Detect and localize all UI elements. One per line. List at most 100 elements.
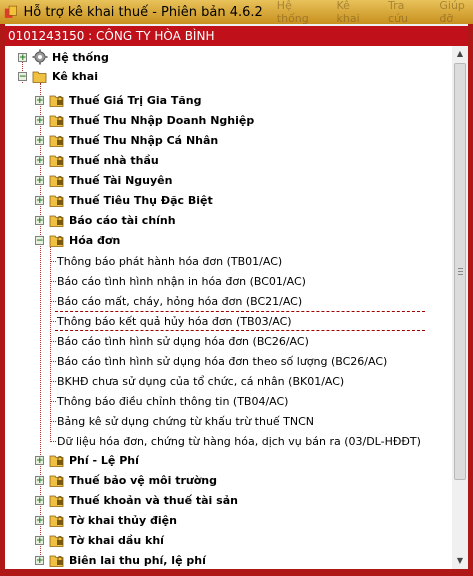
tree-node-group[interactable]: + Phí - Lệ Phí	[35, 450, 139, 470]
folder-lock-icon	[49, 115, 64, 127]
system-gear-icon	[32, 49, 48, 65]
tree-node-group[interactable]: + Tờ khai dầu khí	[35, 530, 164, 550]
tree-node-label: Tờ khai thủy điện	[69, 513, 177, 527]
tree-node-label: Báo cáo tài chính	[69, 213, 176, 227]
tree-leaf-item[interactable]: Báo cáo mất, cháy, hỏng hóa đơn (BC21/AC…	[57, 291, 302, 311]
folder-lock-icon	[49, 515, 64, 527]
tree-leaf-item[interactable]: Thông báo điều chỉnh thông tin (TB04/AC)	[57, 391, 288, 411]
tree-node-system[interactable]: + Hệ thống	[18, 47, 109, 67]
expand-icon[interactable]: +	[35, 535, 44, 545]
tree-line	[51, 441, 56, 442]
collapse-icon[interactable]: −	[18, 71, 27, 81]
expand-icon[interactable]: +	[35, 455, 44, 465]
expand-icon[interactable]: +	[35, 475, 44, 485]
expand-icon[interactable]: +	[35, 135, 44, 145]
expand-icon[interactable]: +	[35, 495, 44, 505]
tree-leaf-label: Thông báo kết quả hủy hóa đơn (TB03/AC)	[57, 314, 292, 328]
expand-icon[interactable]: +	[35, 195, 44, 205]
ghost-menu-item: Giúp đỡ	[439, 0, 465, 25]
tree-leaf-item[interactable]: Báo cáo tình hình sử dụng hóa đơn (BC26/…	[57, 331, 309, 351]
folder-lock-icon	[49, 155, 64, 167]
expand-icon[interactable]: +	[35, 115, 44, 125]
folder-lock-icon	[49, 455, 64, 467]
ghost-menu-item: Kê khai	[336, 0, 360, 25]
tree-leaf-item[interactable]: Báo cáo tình hình sử dụng hóa đơn theo s…	[57, 351, 387, 371]
folder-lock-icon	[49, 195, 64, 207]
tree-node-label: Kê khai	[52, 69, 98, 83]
folder-lock-icon	[49, 175, 64, 187]
tree-node-label: Biên lai thu phí, lệ phí	[69, 553, 206, 567]
title-bar: Hỗ trợ kê khai thuế - Phiên bản 4.6.2 Hệ…	[0, 0, 473, 25]
tree-node-group[interactable]: − Hóa đơn	[35, 230, 120, 250]
expand-icon[interactable]: +	[35, 155, 44, 165]
company-bar: 0101243150 : CÔNG TY HÒA BÌNH	[5, 26, 468, 46]
tree-node-label: Hệ thống	[52, 50, 109, 64]
expand-icon[interactable]: +	[35, 175, 44, 185]
tree-node-label: Tờ khai dầu khí	[69, 533, 164, 547]
tree-leaf-label: Bảng kê sử dụng chứng từ khấu trừ thuế T…	[57, 414, 315, 428]
expand-icon[interactable]: +	[18, 52, 27, 62]
tree-node-label: Thuế Thu Nhập Cá Nhân	[69, 133, 219, 147]
tree-leaf-label: Thông báo phát hành hóa đơn (TB01/AC)	[57, 254, 283, 268]
scroll-up-icon[interactable]: ▲	[452, 46, 468, 62]
ghost-menu-item: Hệ thống	[276, 0, 309, 25]
window-title: Hỗ trợ kê khai thuế - Phiên bản 4.6.2	[23, 4, 263, 20]
tree-node-label: Thuế Giá Trị Gia Tăng	[69, 93, 202, 107]
tree-node-group[interactable]: + Báo cáo tài chính	[35, 210, 176, 230]
tree-node-group[interactable]: + Tờ khai thủy điện	[35, 510, 177, 530]
tree-leaf-item[interactable]: Báo cáo tình hình nhận in hóa đơn (BC01/…	[57, 271, 306, 291]
expand-icon[interactable]: +	[35, 215, 44, 225]
tree-node-group[interactable]: + Thuế nhà thầu	[35, 150, 159, 170]
scroll-thumb[interactable]	[454, 63, 466, 480]
tree-line	[51, 341, 56, 342]
tree-node-group[interactable]: + Biên lai thu phí, lệ phí	[35, 550, 206, 569]
folder-open-icon	[32, 71, 47, 83]
tree-node-group[interactable]: + Thuế Thu Nhập Cá Nhân	[35, 130, 218, 150]
tree-leaf-label: Thông báo điều chỉnh thông tin (TB04/AC)	[57, 394, 289, 408]
tree-leaf-item[interactable]: Dữ liệu hóa đơn, chứng từ hàng hóa, dịch…	[57, 431, 421, 451]
expand-icon[interactable]: +	[35, 95, 44, 105]
tree-node-group[interactable]: + Thuế khoản và thuế tài sản	[35, 490, 238, 510]
folder-lock-icon	[49, 475, 64, 487]
tree-leaf-item[interactable]: Thông báo phát hành hóa đơn (TB01/AC)	[57, 251, 282, 271]
tree-node-declaration[interactable]: − Kê khai	[18, 66, 98, 86]
tree-line	[51, 381, 56, 382]
tree-leaf-item[interactable]: Bảng kê sử dụng chứng từ khấu trừ thuế T…	[57, 411, 314, 431]
tree-line	[51, 421, 56, 422]
tree-leaf-label: Báo cáo mất, cháy, hỏng hóa đơn (BC21/AC…	[57, 294, 303, 308]
collapse-icon[interactable]: −	[35, 235, 44, 245]
tree-node-label: Thuế Tài Nguyên	[69, 173, 173, 187]
folder-lock-icon	[49, 555, 64, 567]
folder-lock-icon	[49, 235, 64, 247]
folder-lock-icon	[49, 535, 64, 547]
tree-node-label: Thuế khoản và thuế tài sản	[69, 493, 238, 507]
tree-node-group[interactable]: + Thuế Giá Trị Gia Tăng	[35, 90, 202, 110]
tree-leaf-label: Dữ liệu hóa đơn, chứng từ hàng hóa, dịch…	[57, 434, 421, 448]
tree-node-group[interactable]: + Thuế bảo vệ môi trường	[35, 470, 217, 490]
expand-icon[interactable]: +	[35, 515, 44, 525]
tree-leaf-item[interactable]: Thông báo kết quả hủy hóa đơn (TB03/AC)	[57, 311, 292, 331]
tree-leaf-item[interactable]: BKHĐ chưa sử dụng của tổ chức, cá nhân (…	[57, 371, 344, 391]
tree-line	[51, 261, 56, 262]
tree-line	[51, 301, 56, 302]
tree-node-label: Thuế nhà thầu	[69, 153, 159, 167]
expand-icon[interactable]: +	[35, 555, 44, 565]
ghost-menu-item: Tra cứu	[388, 0, 409, 25]
tree-leaf-label: Báo cáo tình hình sử dụng hóa đơn (BC26/…	[57, 334, 309, 348]
scroll-down-icon[interactable]: ▼	[452, 553, 468, 569]
tree-leaf-label: BKHĐ chưa sử dụng của tổ chức, cá nhân (…	[57, 374, 345, 388]
selection-border-top	[55, 311, 425, 312]
vertical-scrollbar[interactable]: ▲ ▼	[452, 46, 468, 569]
app-icon	[4, 5, 17, 18]
tree-leaf-label: Báo cáo tình hình sử dụng hóa đơn theo s…	[57, 354, 388, 368]
folder-lock-icon	[49, 495, 64, 507]
tree-line	[51, 401, 56, 402]
tree-node-group[interactable]: + Thuế Thu Nhập Doanh Nghiệp	[35, 110, 254, 130]
tree-node-group[interactable]: + Thuế Tài Nguyên	[35, 170, 172, 190]
navigation-tree[interactable]: + Hệ thống − Kê khai + Thuế Giá Trị Gia T…	[5, 46, 452, 569]
faded-menu: Hệ thống Kê khai Tra cứu Giúp đỡ	[277, 0, 473, 25]
tree-line	[51, 321, 56, 322]
tree-node-label: Thuế bảo vệ môi trường	[69, 473, 217, 487]
tree-node-label: Thuế Tiêu Thụ Đặc Biệt	[69, 193, 213, 207]
tree-node-group[interactable]: + Thuế Tiêu Thụ Đặc Biệt	[35, 190, 213, 210]
